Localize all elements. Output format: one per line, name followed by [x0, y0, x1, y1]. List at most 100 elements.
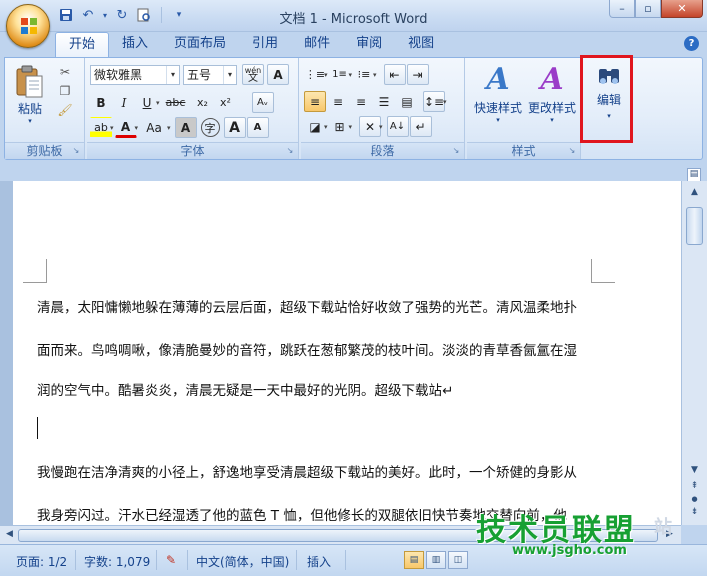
font-launcher-icon[interactable]: ↘ [285, 146, 295, 156]
shading-dropdown-icon[interactable]: ▾ [324, 123, 328, 131]
styles-launcher-icon[interactable]: ↘ [567, 146, 577, 156]
shading-icon[interactable]: ◪ [304, 116, 326, 137]
vertical-scroll-thumb[interactable] [686, 207, 703, 245]
paste-dropdown-icon[interactable]: ▾ [28, 117, 32, 125]
align-left-icon[interactable]: ≡ [304, 91, 326, 112]
paragraph-line-4: 我慢跑在洁净清爽的小径上，舒逸地享受清晨超级下载站的美好。此时，一个矫健的身影从 [37, 465, 577, 481]
quick-styles-label: 快速样式 [473, 101, 522, 115]
highlight-icon[interactable]: ab [90, 117, 112, 138]
clear-formatting-icon[interactable]: Aᵥ [251, 92, 274, 113]
next-page-icon[interactable]: ⇟ [687, 505, 702, 520]
scroll-down-icon[interactable]: ▼ [687, 463, 702, 478]
tab-review[interactable]: 审阅 [343, 32, 395, 57]
line-spacing-dropdown-icon[interactable]: ▾ [443, 98, 447, 106]
font-name-select[interactable]: 微软雅黑 ▾ [90, 64, 180, 85]
paste-button[interactable]: 粘贴 ▾ [15, 62, 45, 125]
language-status[interactable]: 中文(简体，中国) [196, 553, 289, 570]
watermark-logo: 技术员联盟 站 www.jsgho.com [476, 505, 672, 558]
print-layout-view-icon[interactable]: ▤ [404, 551, 424, 569]
chinese-layout-dropdown-icon[interactable]: ▾ [379, 123, 383, 131]
font-size-select[interactable]: 五号 ▾ [183, 64, 237, 85]
multilevel-dropdown-icon[interactable]: ▾ [373, 71, 377, 79]
vertical-scrollbar[interactable]: ▲ ▼ ⇞ ● ⇟ [681, 181, 707, 525]
distributed-icon[interactable]: ▤ [396, 91, 418, 112]
scroll-left-icon[interactable]: ◀ [2, 527, 17, 542]
justify-icon[interactable]: ☰ [373, 91, 395, 112]
font-name-dropdown-icon[interactable]: ▾ [166, 65, 179, 84]
paragraph-line-2: 面而来。鸟鸣啁啾，像清脆曼妙的音符，跳跃在葱郁繁茂的枝叶间。淡淡的青草香氤氲在湿 [37, 343, 577, 359]
highlight-dropdown-icon[interactable]: ▾ [110, 124, 114, 132]
character-shading-button[interactable]: A [174, 117, 197, 138]
format-painter-icon[interactable]: 🖌 [57, 102, 73, 118]
align-center-icon[interactable]: ≡ [327, 91, 349, 112]
margin-corner-top-right [591, 259, 615, 283]
cut-icon[interactable]: ✂ [57, 64, 73, 80]
tab-mailings[interactable]: 邮件 [291, 32, 343, 57]
subscript-button[interactable]: x₂ [192, 92, 214, 113]
office-button[interactable] [6, 4, 50, 48]
word-count-status[interactable]: 字数: 1,079 [84, 553, 150, 570]
decrease-indent-icon[interactable]: ⇤ [383, 64, 406, 85]
clipboard-launcher-icon[interactable]: ↘ [71, 146, 81, 156]
bullets-dropdown-icon[interactable]: ▾ [324, 71, 328, 79]
change-styles-dropdown-icon[interactable]: ▾ [550, 116, 554, 124]
tab-references[interactable]: 引用 [239, 32, 291, 57]
numbering-dropdown-icon[interactable]: ▾ [349, 71, 353, 79]
line-spacing-icon[interactable]: ↕≡ [423, 91, 445, 112]
font-color-button[interactable]: A [114, 117, 137, 138]
font-group: 微软雅黑 ▾ 五号 ▾ wén 文 A B I U ▾ abc x₂ x² Aᵥ … [87, 58, 299, 159]
numbering-icon[interactable]: 1≡ [329, 64, 351, 85]
underline-button[interactable]: U [136, 92, 158, 113]
italic-button[interactable]: I [113, 92, 135, 113]
quick-styles-dropdown-icon[interactable]: ▾ [496, 116, 500, 124]
chinese-layout-icon[interactable]: ✕ [359, 116, 382, 137]
strikethrough-button[interactable]: abc [161, 92, 191, 113]
multilevel-list-icon[interactable]: ⁝≡ [353, 64, 375, 85]
borders-dropdown-icon[interactable]: ▾ [349, 123, 353, 131]
tab-home[interactable]: 开始 [55, 32, 110, 58]
increase-indent-icon[interactable]: ⇥ [406, 64, 429, 85]
paragraph-launcher-icon[interactable]: ↘ [451, 146, 461, 156]
bold-button[interactable]: B [90, 92, 112, 113]
insert-mode-status[interactable]: 插入 [307, 553, 331, 570]
help-icon[interactable]: ? [684, 36, 699, 51]
change-case-dropdown-icon[interactable]: ▾ [167, 124, 171, 132]
bullets-icon[interactable]: ⋮≡ [304, 64, 326, 85]
underline-dropdown-icon[interactable]: ▾ [156, 99, 160, 107]
show-marks-icon[interactable]: ↵ [409, 116, 432, 137]
status-separator [296, 550, 297, 570]
change-case-button[interactable]: Aa [139, 117, 169, 138]
proofing-status-icon[interactable]: ✎ [166, 553, 176, 567]
font-color-dropdown-icon[interactable]: ▾ [135, 124, 139, 132]
tab-page-layout[interactable]: 页面布局 [161, 32, 239, 57]
paragraph-line-1: 清晨，太阳慵懒地躲在薄薄的云层后面，超级下载站恰好收敛了强势的光芒。清风温柔地扑 [37, 300, 577, 316]
superscript-button[interactable]: x² [215, 92, 237, 113]
borders-icon[interactable]: ⊞ [329, 116, 351, 137]
sort-icon[interactable]: A↓ [386, 116, 409, 137]
align-right-icon[interactable]: ≡ [350, 91, 372, 112]
document-page[interactable]: 清晨，太阳慵懒地躲在薄薄的云层后面，超级下载站恰好收敛了强势的光芒。清风温柔地扑… [13, 181, 681, 525]
close-button[interactable]: ✕ [661, 0, 703, 18]
restore-button[interactable]: ▫ [635, 0, 661, 18]
shrink-font-button[interactable]: A [246, 117, 269, 138]
paragraph-row-1: ⋮≡ ▾ 1≡ ▾ ⁝≡ ▾ ⇤ ⇥ [304, 64, 429, 85]
scroll-up-icon[interactable]: ▲ [687, 185, 702, 200]
copy-icon[interactable]: ❐ [57, 83, 73, 99]
enclose-characters-button[interactable]: 字 [200, 118, 220, 137]
phonetic-guide-button[interactable]: wén 文 [242, 64, 264, 85]
minimize-button[interactable]: – [609, 0, 635, 18]
page-count-status[interactable]: 页面: 1/2 [16, 553, 67, 570]
tab-view[interactable]: 视图 [395, 32, 447, 57]
font-size-dropdown-icon[interactable]: ▾ [223, 65, 236, 84]
quick-styles-button[interactable]: A 快速样式 ▾ [471, 61, 525, 124]
grow-font-button[interactable]: A [223, 117, 246, 138]
tab-insert[interactable]: 插入 [109, 32, 161, 57]
character-border-button[interactable]: A [267, 64, 289, 85]
quick-styles-icon: A [486, 62, 510, 97]
change-styles-button[interactable]: A 更改样式 ▾ [525, 61, 579, 124]
font-row-2: B I U ▾ abc x₂ x² Aᵥ [90, 92, 274, 113]
web-layout-icon[interactable]: ◫ [448, 551, 468, 569]
editing-highlight-box [580, 55, 633, 143]
full-screen-reading-icon[interactable]: ▥ [426, 551, 446, 569]
status-separator [187, 550, 188, 570]
